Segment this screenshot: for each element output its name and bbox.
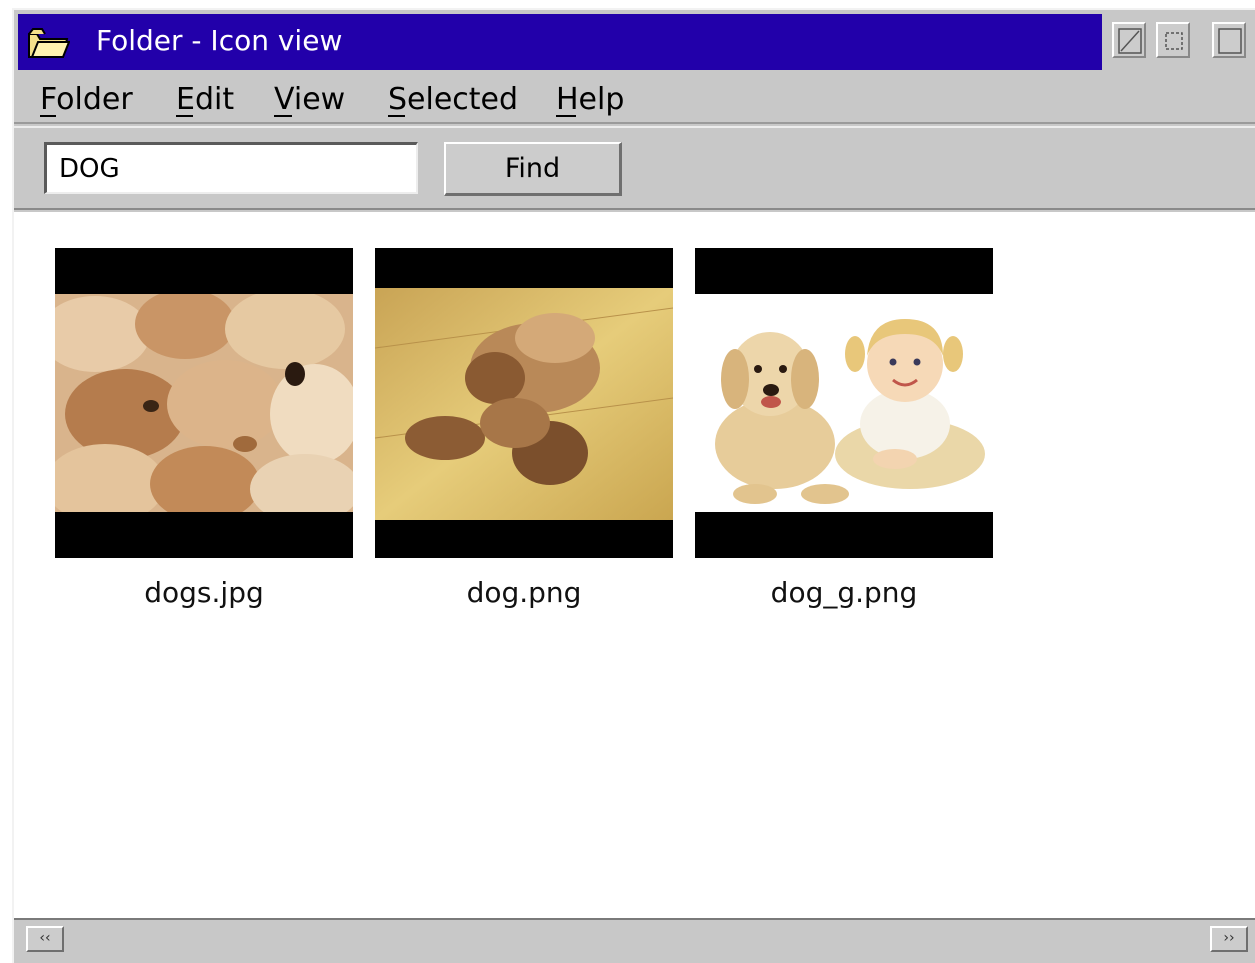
close-icon xyxy=(1218,28,1242,54)
minimize-button[interactable] xyxy=(1112,22,1146,58)
file-item-dog-g-png[interactable]: dog_g.png xyxy=(695,248,993,609)
thumbnail-puppies-pile xyxy=(55,248,353,558)
search-toolbar: Find xyxy=(14,126,1255,210)
mnemonic-underline xyxy=(388,115,405,117)
folder-window: Folder - Icon view Folder Edit View Sele… xyxy=(12,8,1255,963)
file-name: dog.png xyxy=(466,576,582,609)
menu-edit-label: Edit xyxy=(176,82,235,117)
mnemonic-underline xyxy=(274,115,292,117)
mnemonic-underline xyxy=(176,115,193,117)
search-input[interactable] xyxy=(44,142,418,194)
dog-girl-image xyxy=(695,294,993,512)
mnemonic-underline xyxy=(40,115,56,117)
scroll-right-button[interactable]: ›› xyxy=(1210,926,1248,952)
menu-edit[interactable]: Edit xyxy=(176,80,234,120)
minimize-icon xyxy=(1118,28,1142,54)
scroll-left-icon: ‹‹ xyxy=(39,930,51,946)
menu-selected[interactable]: Selected xyxy=(388,80,518,120)
thumbnail-dog-and-girl xyxy=(695,248,993,558)
mnemonic-underline xyxy=(556,115,576,117)
title-bar[interactable]: Folder - Icon view xyxy=(18,14,1246,70)
maximize-icon xyxy=(1165,32,1183,50)
file-name: dog_g.png xyxy=(770,576,918,609)
menu-help-label: Help xyxy=(556,82,625,117)
menu-folder[interactable]: Folder xyxy=(40,80,133,120)
puppies-image xyxy=(55,294,353,512)
maximize-button[interactable] xyxy=(1156,22,1190,58)
menu-folder-label: Folder xyxy=(40,82,133,117)
horizontal-scrollbar[interactable]: ‹‹ ›› xyxy=(14,918,1255,958)
menu-bar: Folder Edit View Selected Help xyxy=(14,76,1255,124)
window-title: Folder - Icon view xyxy=(96,24,343,57)
icon-view-area[interactable]: dogs.jpg dog.png dog_g.png xyxy=(14,212,1255,918)
folder-icon[interactable] xyxy=(26,24,71,62)
close-button[interactable] xyxy=(1212,22,1246,58)
menu-view-label: View xyxy=(274,82,346,117)
file-item-dogs-jpg[interactable]: dogs.jpg xyxy=(55,248,353,609)
puppy-floor-image xyxy=(375,288,673,520)
scroll-left-button[interactable]: ‹‹ xyxy=(26,926,64,952)
thumbnail-puppy-on-floor xyxy=(375,248,673,558)
find-button[interactable]: Find xyxy=(444,142,622,196)
menu-selected-label: Selected xyxy=(388,82,519,117)
menu-help[interactable]: Help xyxy=(556,80,624,120)
scroll-right-icon: ›› xyxy=(1223,930,1235,946)
file-item-dog-png[interactable]: dog.png xyxy=(375,248,673,609)
file-name: dogs.jpg xyxy=(144,576,264,609)
menu-view[interactable]: View xyxy=(274,80,345,120)
